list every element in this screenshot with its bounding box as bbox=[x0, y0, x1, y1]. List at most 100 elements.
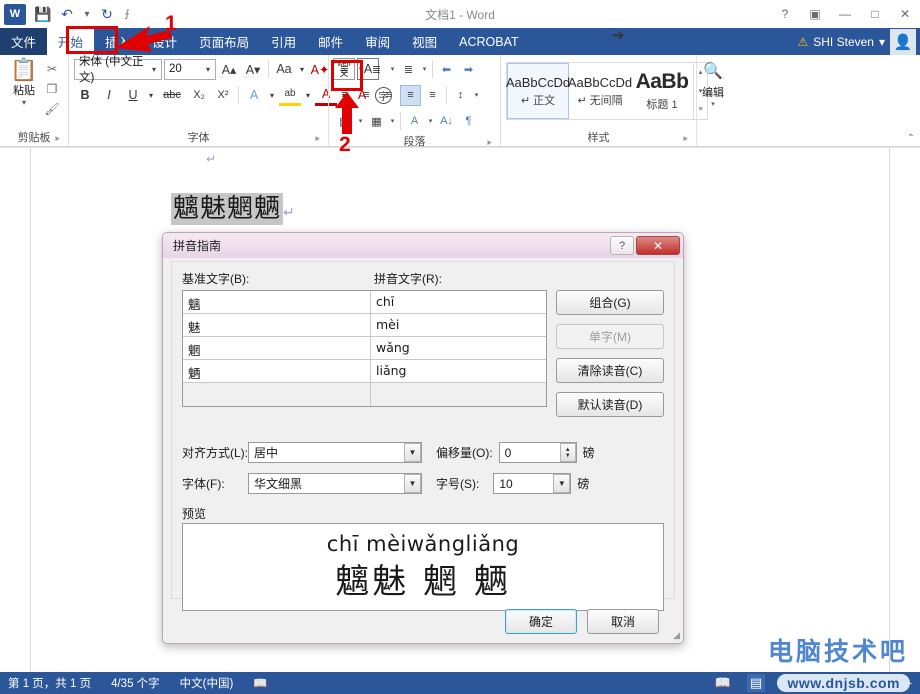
dialog-help-button[interactable]: ? bbox=[610, 236, 634, 255]
phonetic-guide-dialog[interactable]: 拼音指南 ? ✕ 基准文字(B): 拼音文字(R): 魑 chī 魅 mèi 魍 bbox=[162, 232, 684, 644]
base-cell[interactable]: 魑 bbox=[183, 291, 371, 313]
dialog-title-bar[interactable]: 拼音指南 ? ✕ bbox=[163, 233, 683, 258]
offset-spinner-icon[interactable]: ▲ ▼ bbox=[559, 443, 576, 462]
styles-gallery[interactable]: AaBbCcDd ↵ 正文 AaBbCcDd ↵ 无间隔 AaBb 标题 1 ▴… bbox=[506, 62, 708, 120]
read-mode-view-icon[interactable]: 📖 bbox=[715, 675, 731, 691]
account-area[interactable]: ⚠ SHI Steven ▾ 👤 bbox=[798, 28, 920, 55]
table-row[interactable]: 魑 chī bbox=[183, 291, 546, 314]
borders-caret-icon[interactable]: ▾ bbox=[388, 117, 397, 125]
pinyin-cell[interactable]: liǎng bbox=[371, 360, 546, 382]
pinyin-cell[interactable] bbox=[371, 383, 546, 406]
justify-icon[interactable]: ≡ bbox=[400, 84, 421, 106]
maximize-button[interactable]: □ bbox=[860, 2, 890, 26]
pinyin-cell[interactable]: wǎng bbox=[371, 337, 546, 359]
dialog-size-select[interactable]: 10 ▼ bbox=[493, 473, 572, 494]
collapse-ribbon-icon[interactable]: ⌃ bbox=[907, 133, 915, 144]
underline-icon[interactable]: U bbox=[122, 84, 144, 106]
superscript-icon[interactable]: X² bbox=[212, 84, 234, 106]
cancel-button[interactable]: 取消 bbox=[587, 608, 659, 634]
print-layout-view-icon[interactable]: ▤ bbox=[746, 674, 766, 692]
pinyin-cell[interactable]: mèi bbox=[371, 314, 546, 336]
avatar[interactable]: 👤 bbox=[890, 28, 916, 55]
strikethrough-icon[interactable]: abc bbox=[158, 84, 186, 106]
phonetic-grid[interactable]: 魑 chī 魅 mèi 魍 wǎng 魉 liǎng bbox=[182, 290, 547, 407]
copy-icon[interactable]: ❐ bbox=[43, 80, 61, 98]
word-count[interactable]: 4/35 个字 bbox=[111, 675, 160, 691]
numbering-icon[interactable]: ≣ bbox=[366, 59, 387, 80]
undo-dropdown-icon[interactable]: ▾ bbox=[80, 3, 94, 25]
font-name-caret-icon[interactable]: ▾ bbox=[149, 65, 159, 74]
tab-acrobat[interactable]: ACROBAT bbox=[448, 28, 530, 55]
account-caret-icon[interactable]: ▾ bbox=[879, 35, 885, 49]
base-cell[interactable]: 魅 bbox=[183, 314, 371, 336]
dialog-size-caret-icon[interactable]: ▼ bbox=[553, 474, 571, 493]
subscript-icon[interactable]: X₂ bbox=[188, 84, 210, 106]
tab-view[interactable]: 视图 bbox=[401, 28, 448, 55]
bullets-icon[interactable]: ≣ bbox=[334, 59, 355, 80]
dialog-font-select[interactable]: 华文细黑 ▼ bbox=[248, 473, 422, 494]
align-right-icon[interactable]: ≡ bbox=[378, 85, 399, 106]
dialog-close-button[interactable]: ✕ bbox=[636, 236, 680, 255]
pinyin-cell[interactable]: chī bbox=[371, 291, 546, 313]
close-button[interactable]: ✕ bbox=[890, 2, 920, 26]
style-item-normal[interactable]: AaBbCcDd ↵ 正文 bbox=[506, 63, 570, 119]
decrease-indent-icon[interactable]: ⬅ bbox=[436, 59, 457, 80]
font-dialog-launcher-icon[interactable]: ⯈ bbox=[314, 132, 321, 147]
bold-icon[interactable]: B bbox=[74, 84, 96, 106]
shrink-font-icon[interactable]: A▾ bbox=[242, 58, 264, 80]
style-item-no-spacing[interactable]: AaBbCcDd ↵ 无间隔 bbox=[568, 63, 632, 119]
font-name-combo[interactable]: 宋体 (中文正文) ▾ bbox=[74, 56, 162, 84]
tab-file[interactable]: 文件 bbox=[0, 28, 48, 55]
base-cell[interactable] bbox=[183, 383, 371, 406]
asian-layout-icon[interactable]: A bbox=[404, 111, 425, 132]
paste-button[interactable]: 📋 粘贴 ▾ bbox=[5, 57, 43, 118]
styles-dialog-launcher-icon[interactable]: ⯈ bbox=[682, 132, 689, 147]
distributed-icon[interactable]: ≡ bbox=[422, 85, 443, 106]
tab-review[interactable]: 审阅 bbox=[354, 28, 401, 55]
base-cell[interactable]: 魍 bbox=[183, 337, 371, 359]
document-text[interactable]: 魑魅魍魉 ↵ bbox=[171, 188, 296, 225]
tab-page-layout[interactable]: 页面布局 bbox=[188, 28, 260, 55]
undo-icon[interactable]: ↶ bbox=[56, 3, 78, 25]
ok-button[interactable]: 确定 bbox=[505, 608, 577, 634]
borders-icon[interactable]: ▦ bbox=[366, 111, 387, 132]
dialog-resize-grip-icon[interactable]: ◢ bbox=[673, 630, 680, 641]
table-row[interactable] bbox=[183, 383, 546, 406]
minimize-button[interactable]: — bbox=[830, 2, 860, 26]
dialog-font-caret-icon[interactable]: ▼ bbox=[404, 474, 421, 493]
offset-stepper[interactable]: 0 ▲ ▼ bbox=[498, 442, 577, 463]
ribbon-display-options-button[interactable]: ▣ bbox=[800, 2, 830, 26]
numbering-caret-icon[interactable]: ▾ bbox=[388, 65, 397, 73]
editing-button[interactable]: 🔍 编辑 ▾ bbox=[702, 57, 724, 108]
cut-icon[interactable]: ✂ bbox=[43, 60, 61, 78]
increase-indent-icon[interactable]: ➡ bbox=[458, 59, 479, 80]
base-cell[interactable]: 魉 bbox=[183, 360, 371, 382]
text-effects-icon[interactable]: A bbox=[243, 84, 265, 106]
alignment-caret-icon[interactable]: ▼ bbox=[404, 443, 421, 462]
multilevel-list-icon[interactable]: ≣ bbox=[398, 59, 419, 80]
language-indicator[interactable]: 中文(中国) bbox=[180, 675, 234, 691]
format-painter-icon[interactable]: 🖌 bbox=[43, 100, 61, 118]
help-button[interactable]: ? bbox=[770, 2, 800, 26]
change-case-icon[interactable]: Aa bbox=[273, 58, 295, 80]
sort-icon[interactable]: A↓ bbox=[436, 111, 457, 132]
tab-mailings[interactable]: 邮件 bbox=[307, 28, 354, 55]
multilevel-caret-icon[interactable]: ▾ bbox=[420, 65, 429, 73]
change-case-caret-icon[interactable]: ▾ bbox=[297, 58, 307, 80]
offset-value[interactable]: 0 bbox=[505, 446, 512, 460]
clear-reading-button[interactable]: 清除读音(C) bbox=[556, 358, 664, 383]
highlight-caret-icon[interactable]: ▾ bbox=[303, 84, 313, 106]
underline-caret-icon[interactable]: ▾ bbox=[146, 84, 156, 106]
tab-references[interactable]: 引用 bbox=[260, 28, 307, 55]
line-spacing-caret-icon[interactable]: ▾ bbox=[472, 91, 481, 99]
font-size-combo[interactable]: 20 ▾ bbox=[164, 58, 216, 80]
asian-layout-caret-icon[interactable]: ▾ bbox=[426, 117, 435, 125]
combine-button[interactable]: 组合(G) bbox=[556, 290, 664, 315]
show-marks-icon[interactable]: ¶ bbox=[458, 111, 479, 132]
table-row[interactable]: 魅 mèi bbox=[183, 314, 546, 337]
tab-home[interactable]: 开始 bbox=[47, 28, 95, 55]
default-reading-button[interactable]: 默认读音(D) bbox=[556, 392, 664, 417]
table-row[interactable]: 魉 liǎng bbox=[183, 360, 546, 383]
clipboard-dialog-launcher-icon[interactable]: ⯈ bbox=[54, 132, 61, 147]
grow-font-icon[interactable]: A▴ bbox=[218, 58, 240, 80]
